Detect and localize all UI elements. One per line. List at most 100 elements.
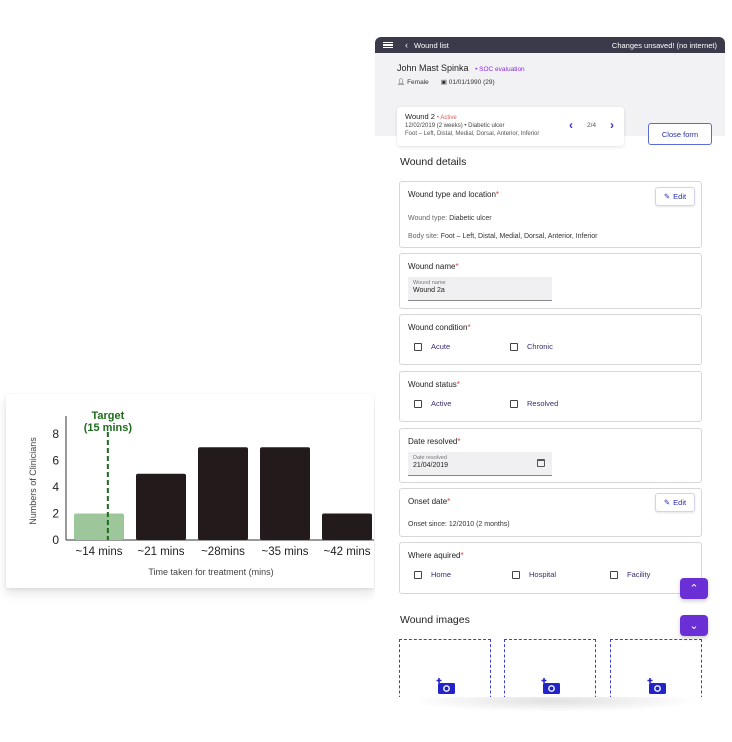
image-slot-3[interactable] <box>610 639 702 697</box>
scroll-up-button[interactable]: ⌃ <box>680 578 708 599</box>
field-label: Where aquired <box>408 551 461 560</box>
y-tick-label: 6 <box>52 454 59 468</box>
scroll-down-button[interactable]: ⌄ <box>680 615 708 636</box>
pencil-icon: ✎ <box>663 192 671 201</box>
checkbox-label: Home <box>431 570 452 579</box>
wound-details-title: Wound details <box>400 156 467 168</box>
checkbox-resolved[interactable]: Resolved <box>510 399 558 408</box>
required-mark: * <box>467 323 471 332</box>
checkbox-home[interactable]: Home <box>414 570 451 579</box>
edit-label: Edit <box>673 498 687 507</box>
close-form-button[interactable]: Close form <box>648 123 712 145</box>
wound-name-input[interactable]: Wound name Wound 2a <box>408 277 552 301</box>
pencil-icon: ✎ <box>663 498 671 507</box>
calendar-icon[interactable] <box>537 459 545 467</box>
target-label: Target <box>91 410 124 422</box>
target-sub-label: (15 mins) <box>84 422 133 434</box>
checkbox-icon <box>512 570 520 579</box>
chevron-right-icon[interactable]: › <box>610 119 614 131</box>
chevron-up-icon: ⌃ <box>689 583 699 595</box>
wound-type-key: Wound type: <box>408 215 448 222</box>
checkbox-chronic[interactable]: Chronic <box>510 342 553 351</box>
checkbox-facility[interactable]: Facility <box>610 570 650 579</box>
edit-onset-button[interactable]: ✎ Edit <box>655 493 695 512</box>
field-label: Date resolved <box>408 437 458 446</box>
x-tick-label: ~21 mins <box>138 546 185 558</box>
add-photo-icon <box>436 678 455 694</box>
back-arrow-icon[interactable]: ‹ <box>405 40 408 50</box>
person-icon: 👤︎ <box>397 79 406 86</box>
checkbox-active[interactable]: Active <box>414 399 451 408</box>
x-tick-label: ~28mins <box>201 546 245 558</box>
wound-type-value: Diabetic ulcer <box>449 215 492 222</box>
patient-header: John Mast Spinka • SOC evaluation 👤︎ Fem… <box>375 53 725 146</box>
checkbox-label: Acute <box>431 342 451 351</box>
required-mark: * <box>455 262 459 271</box>
y-tick-label: 8 <box>52 427 59 441</box>
checkbox-icon <box>414 570 422 579</box>
checkbox-label: Facility <box>627 570 651 579</box>
onset-since: Onset since: 12/2010 (2 months) <box>408 521 510 528</box>
add-photo-icon <box>541 678 560 694</box>
wound-status-badge: • Active <box>436 115 457 121</box>
checkbox-acute[interactable]: Acute <box>414 342 450 351</box>
field-label: Wound condition <box>408 323 468 332</box>
bar <box>198 447 248 540</box>
edit-label: Edit <box>673 192 687 201</box>
input-value: Wound 2a <box>413 287 445 294</box>
input-value: 21/04/2019 <box>413 462 449 469</box>
required-mark: * <box>447 497 451 506</box>
date-resolved-input[interactable]: Date resolved 21/04/2019 <box>408 452 552 476</box>
checkbox-hospital[interactable]: Hospital <box>512 570 556 579</box>
field-label: Onset date <box>408 497 448 506</box>
image-slot-1[interactable] <box>399 639 491 697</box>
checkbox-icon <box>610 570 618 579</box>
bar <box>260 447 310 540</box>
checkbox-label: Active <box>431 399 452 408</box>
field-label: Wound type and location <box>408 190 496 199</box>
chart-card: 0 2 4 6 8 ~14 mins ~21 mins ~28mins ~35 mins ~42 … <box>6 394 374 588</box>
nav-title[interactable]: Wound list <box>414 41 449 50</box>
top-app-bar: ‹ Wound list Changes unsaved! (no intern… <box>375 37 725 53</box>
patient-name: John Mast Spinka <box>397 63 469 73</box>
y-tick-label: 0 <box>52 533 59 547</box>
edit-type-location-button[interactable]: ✎ Edit <box>655 187 695 206</box>
bar-chart: 0 2 4 6 8 ~14 mins ~21 mins ~28mins ~35 mins ~42 … <box>28 410 374 577</box>
x-tick-label: ~42 mins <box>324 546 371 558</box>
y-tick-label: 2 <box>52 507 59 521</box>
x-axis-title: Time taken for treatment (mins) <box>148 567 273 577</box>
chevron-left-icon[interactable]: ‹ <box>569 119 573 131</box>
y-axis-title: Numbers of Clinicians <box>28 437 38 525</box>
pager-count: 2/4 <box>586 121 596 129</box>
field-label: Wound name <box>408 262 456 271</box>
wound-condition-field: Wound condition* Acute Chronic <box>399 314 702 365</box>
image-slot-2[interactable] <box>504 639 596 697</box>
wound-status-field: Wound status* Active Resolved <box>399 371 702 422</box>
bar <box>322 513 372 540</box>
wound-form-screen: ‹ Wound list Changes unsaved! (no intern… <box>375 37 725 697</box>
wound-name-field: Wound name* Wound name Wound 2a <box>399 253 702 309</box>
checkbox-icon <box>510 342 518 351</box>
patient-dob: 01/01/1990 (29) <box>448 79 495 86</box>
wound-location-line: Foot – Left, Distal, Medial, Dorsal, Ant… <box>405 131 540 137</box>
where-acquired-field: Where aquired* Home Hospital Facility <box>399 542 702 594</box>
patient-sex: Female <box>407 79 429 86</box>
checkbox-label: Hospital <box>529 570 557 579</box>
required-mark: * <box>456 380 460 389</box>
add-photo-icon <box>647 678 666 694</box>
required-mark: * <box>457 437 461 446</box>
x-tick-label: ~35 mins <box>262 546 309 558</box>
wound-summary-card[interactable]: Wound 2 • Active 12/02/2019 (2 weeks) • D… <box>397 107 624 146</box>
body-site-value: Foot – Left, Distal, Medial, Dorsal, Ant… <box>440 233 598 240</box>
checkbox-icon <box>510 399 518 408</box>
calendar-icon: ▣ <box>440 79 447 86</box>
evaluation-tag: • SOC evaluation <box>475 66 525 73</box>
checkbox-icon <box>414 399 422 408</box>
menu-icon[interactable] <box>383 41 393 49</box>
input-placeholder: Wound name <box>413 280 446 286</box>
wound-pager: ‹ 2/4 › <box>569 119 614 131</box>
stage: 0 2 4 6 8 ~14 mins ~21 mins ~28mins ~35 mins ~42 … <box>0 0 732 742</box>
y-tick-label: 4 <box>52 480 59 494</box>
chevron-down-icon: ⌄ <box>689 620 699 632</box>
x-tick-label: ~14 mins <box>76 546 123 558</box>
